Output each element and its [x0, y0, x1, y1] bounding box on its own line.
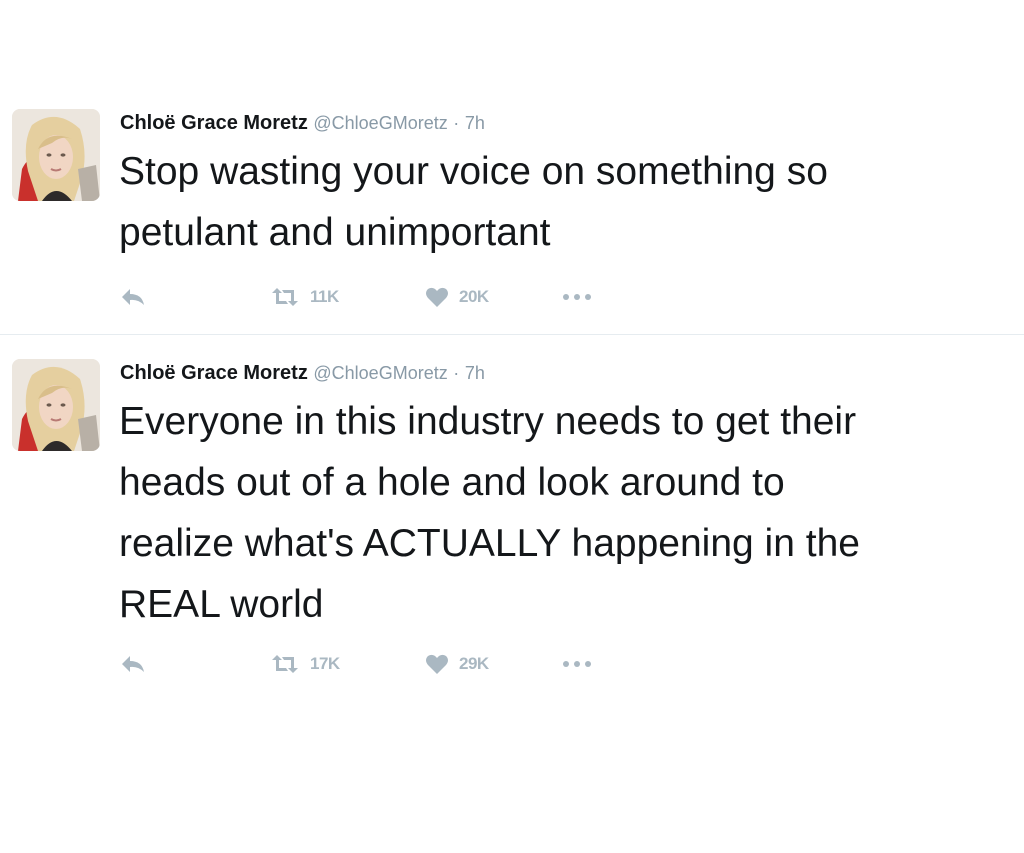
author-name[interactable]: Chloë Grace Moretz: [120, 112, 308, 134]
more-button[interactable]: [562, 282, 592, 312]
tweet-timestamp[interactable]: 7h: [465, 363, 485, 383]
avatar[interactable]: [12, 109, 100, 201]
heart-icon: [426, 654, 448, 674]
reply-icon: [122, 289, 144, 305]
retweet-count: 11K: [310, 287, 339, 306]
tweet-text: Stop wasting your voice on something so …: [119, 150, 828, 254]
retweet-button[interactable]: 11K: [270, 282, 339, 312]
separator-dot: ·: [453, 363, 460, 383]
author-name[interactable]: Chloë Grace Moretz: [120, 362, 308, 384]
avatar-photo: [12, 109, 100, 201]
like-count: 29K: [459, 654, 489, 673]
reply-button[interactable]: [120, 649, 146, 679]
more-button[interactable]: [562, 649, 592, 679]
like-button[interactable]: 20K: [425, 282, 489, 312]
like-count: 20K: [459, 287, 489, 306]
like-button[interactable]: 29K: [425, 649, 489, 679]
more-icon: [563, 294, 591, 300]
author-handle[interactable]: @ChloeGMoretz: [313, 363, 447, 383]
retweet-icon: [272, 655, 298, 673]
separator-dot: ·: [453, 113, 460, 133]
retweet-icon: [272, 288, 298, 306]
tweet-text: Everyone in this industry needs to get t…: [119, 400, 860, 626]
more-icon: [563, 661, 591, 667]
retweet-count: 17K: [310, 654, 340, 673]
tweet-header: Chloë Grace Moretz @ChloeGMoretz · 7h: [120, 111, 485, 135]
retweet-button[interactable]: 17K: [270, 649, 340, 679]
reply-button[interactable]: [120, 282, 146, 312]
heart-icon: [426, 287, 448, 307]
avatar[interactable]: [12, 359, 100, 451]
tweet-header: Chloë Grace Moretz @ChloeGMoretz · 7h: [120, 361, 485, 385]
avatar-photo: [12, 359, 100, 451]
tweet-timestamp[interactable]: 7h: [465, 113, 485, 133]
author-handle[interactable]: @ChloeGMoretz: [313, 113, 447, 133]
reply-icon: [122, 656, 144, 672]
tweet-divider: [0, 334, 1024, 335]
